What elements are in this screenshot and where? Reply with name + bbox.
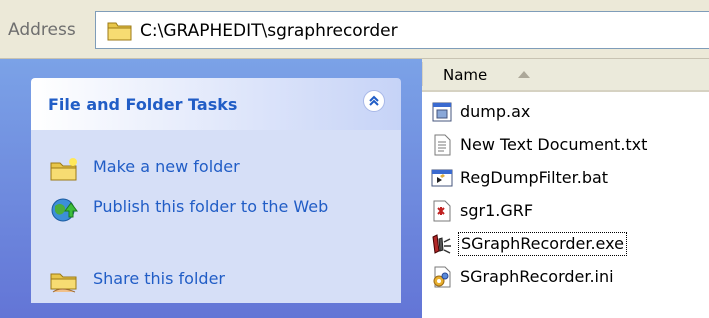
task-label[interactable]: Make a new folder [93,156,353,177]
batch-file-icon [431,167,453,189]
file-name: New Text Document.txt [460,135,648,154]
task-panel-title: File and Folder Tasks [48,95,238,114]
folder-icon [107,19,133,45]
task-panel-header[interactable]: File and Folder Tasks [31,78,401,130]
address-bar: Address C:\GRAPHEDIT\sgraphrecorder [0,0,709,59]
column-separator[interactable] [422,62,423,86]
task-publish-folder[interactable]: Publish this folder to the Web [49,196,353,222]
new-folder-icon [49,156,79,182]
exe-file-icon [431,233,453,255]
file-folder-tasks-panel: File and Folder Tasks Make a new folder [31,78,401,303]
file-item-dump-ax[interactable]: dump.ax [431,97,532,127]
graph-file-icon [431,200,453,222]
ini-file-icon [431,266,453,288]
file-item-sgraphrecorder-exe[interactable]: SGraphRecorder.exe [431,229,627,259]
task-make-new-folder[interactable]: Make a new folder [49,156,353,182]
collapse-chevron-icon[interactable] [363,90,385,112]
file-item-new-text-document[interactable]: New Text Document.txt [431,130,649,160]
file-name: SGraphRecorder.exe [458,232,627,256]
text-file-icon [431,134,453,156]
name-column-header[interactable]: Name [422,59,709,92]
address-field[interactable]: C:\GRAPHEDIT\sgraphrecorder [95,11,709,49]
address-label: Address [8,20,76,40]
sort-ascending-icon [518,71,530,78]
task-panel-body: Make a new folder Publish this folder to… [31,130,401,303]
task-share-folder[interactable]: Share this folder [49,268,353,294]
system-file-icon [431,101,453,123]
column-name-label: Name [443,66,488,84]
file-item-sgraphrecorder-ini[interactable]: SGraphRecorder.ini [431,262,616,292]
file-list: Name dump.ax New Text Document.txt RegDu… [422,59,709,318]
file-name: SGraphRecorder.ini [460,267,614,286]
task-label[interactable]: Share this folder [93,268,353,289]
file-item-regdumpfilter-bat[interactable]: RegDumpFilter.bat [431,163,610,193]
address-path: C:\GRAPHEDIT\sgraphrecorder [140,21,398,41]
task-pane: File and Folder Tasks Make a new folder [0,59,422,318]
publish-web-icon [49,196,79,222]
file-name: sgr1.GRF [460,201,534,220]
share-folder-icon [49,268,79,294]
task-label[interactable]: Publish this folder to the Web [93,196,353,217]
file-item-sgr1-grf[interactable]: sgr1.GRF [431,196,535,226]
file-name: RegDumpFilter.bat [460,168,609,187]
file-name: dump.ax [460,102,531,121]
